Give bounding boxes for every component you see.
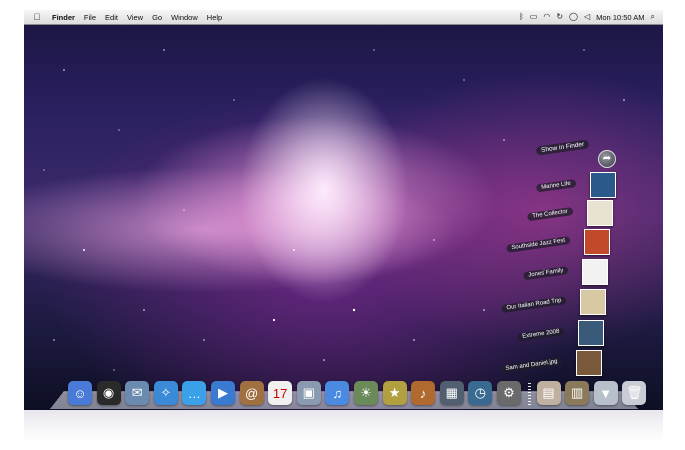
stack-item-thumbnail xyxy=(587,200,613,226)
spotlight-search-icon[interactable]: ⌕ xyxy=(651,10,655,24)
downloads-stack-icon[interactable]: ▼ xyxy=(593,381,618,405)
stack-item[interactable]: Sam and Daniel.jpg xyxy=(402,350,602,376)
stack-item[interactable]: Jones Family xyxy=(408,259,608,285)
stack-item[interactable]: Southside Jazz Fest xyxy=(410,229,610,255)
dock-separator[interactable] xyxy=(527,383,531,405)
ichat-video-icon[interactable]: ▶ xyxy=(210,381,235,405)
iphoto-icon[interactable]: ☀ xyxy=(353,381,378,405)
stack-item-label: Jones Family xyxy=(522,266,569,281)
trash-icon[interactable]: 🗑 xyxy=(622,381,647,405)
desktop[interactable]:  Finder File Edit View Go Window Help ᛒ… xyxy=(24,10,663,410)
address-book-icon[interactable]: @ xyxy=(239,381,264,405)
ical-icon[interactable]: 17 xyxy=(268,381,293,405)
spaces-icon[interactable]: ▦ xyxy=(439,381,464,405)
menu-go[interactable]: Go xyxy=(152,13,162,22)
bluetooth-icon[interactable]: ᛒ xyxy=(519,10,524,24)
menu-view[interactable]: View xyxy=(127,13,143,22)
screen-reflection xyxy=(24,410,663,450)
stack-item[interactable]: Our Italian Road Trip xyxy=(406,289,606,315)
volume-icon[interactable]: ◁ xyxy=(584,10,590,24)
mail-icon[interactable]: ✉ xyxy=(125,381,150,405)
dock: ☺ ◉ ✉ ✧… ▶ @17 ▣ ♫ ☀ ★ ♪ ▦ ◷ ⚙ ▤ ▥ ▼ 🗑 xyxy=(68,375,651,405)
itunes-icon[interactable]: ♫ xyxy=(325,381,350,405)
stack-item[interactable]: Extreme 2008 xyxy=(404,320,604,346)
stack-item-label: Our Italian Road Trip xyxy=(500,296,567,314)
documents-stack-icon[interactable]: ▥ xyxy=(565,381,590,405)
time-machine-icon[interactable]: ◷ xyxy=(468,381,493,405)
ichat-icon[interactable]: … xyxy=(182,381,207,405)
stack-item-label: Southside Jazz Fest xyxy=(506,236,571,253)
apple-logo-icon[interactable]:  xyxy=(28,12,46,22)
stack-item-thumbnail xyxy=(584,229,610,255)
stack-item[interactable]: Marine Life xyxy=(416,172,616,198)
menu-finder[interactable]: Finder xyxy=(52,13,75,22)
show-in-finder-button[interactable]: Show in Finder xyxy=(535,139,590,156)
wifi-icon[interactable]: ◠ xyxy=(543,10,550,24)
stack-item-thumbnail xyxy=(590,172,616,198)
stack-item-thumbnail xyxy=(576,350,602,376)
stack-item-thumbnail xyxy=(580,289,606,315)
system-preferences-icon[interactable]: ⚙ xyxy=(496,381,521,405)
menu-bar:  Finder File Edit View Go Window Help ᛒ… xyxy=(24,10,663,25)
stack-item-thumbnail xyxy=(578,320,604,346)
menu-extras: ᛒ ▭ ◠ ↻ ◯ ◁ Mon 10:50 AM ⌕ xyxy=(519,10,655,24)
stack-item-thumbnail xyxy=(582,259,608,285)
menu-edit[interactable]: Edit xyxy=(105,13,118,22)
safari-icon[interactable]: ✧ xyxy=(153,381,178,405)
garageband-icon[interactable]: ♪ xyxy=(411,381,436,405)
stack-item-label: Marine Life xyxy=(536,179,577,193)
preview-icon[interactable]: ▣ xyxy=(296,381,321,405)
menu-file[interactable]: File xyxy=(84,13,96,22)
stack-item-label: Sam and Daniel.jpg xyxy=(499,357,563,374)
stack-item-label: Extreme 2008 xyxy=(516,327,565,342)
sync-icon[interactable]: ↻ xyxy=(556,10,563,24)
finder-icon[interactable]: ☺ xyxy=(68,381,92,405)
menu-window[interactable]: Window xyxy=(171,13,198,22)
imovie-icon[interactable]: ★ xyxy=(382,381,407,405)
stack-item-label: The Collector xyxy=(527,207,574,222)
pictures-stack-icon[interactable]: ▤ xyxy=(536,381,561,405)
menu-clock[interactable]: Mon 10:50 AM xyxy=(596,13,644,22)
dashboard-icon[interactable]: ◉ xyxy=(96,381,121,405)
menu-help[interactable]: Help xyxy=(207,13,222,22)
chat-icon[interactable]: ◯ xyxy=(569,10,578,24)
stack-item[interactable]: The Collector xyxy=(413,200,613,226)
show-in-finder-arrow-icon[interactable]: ➦ xyxy=(598,150,616,168)
battery-icon[interactable]: ▭ xyxy=(530,10,538,24)
